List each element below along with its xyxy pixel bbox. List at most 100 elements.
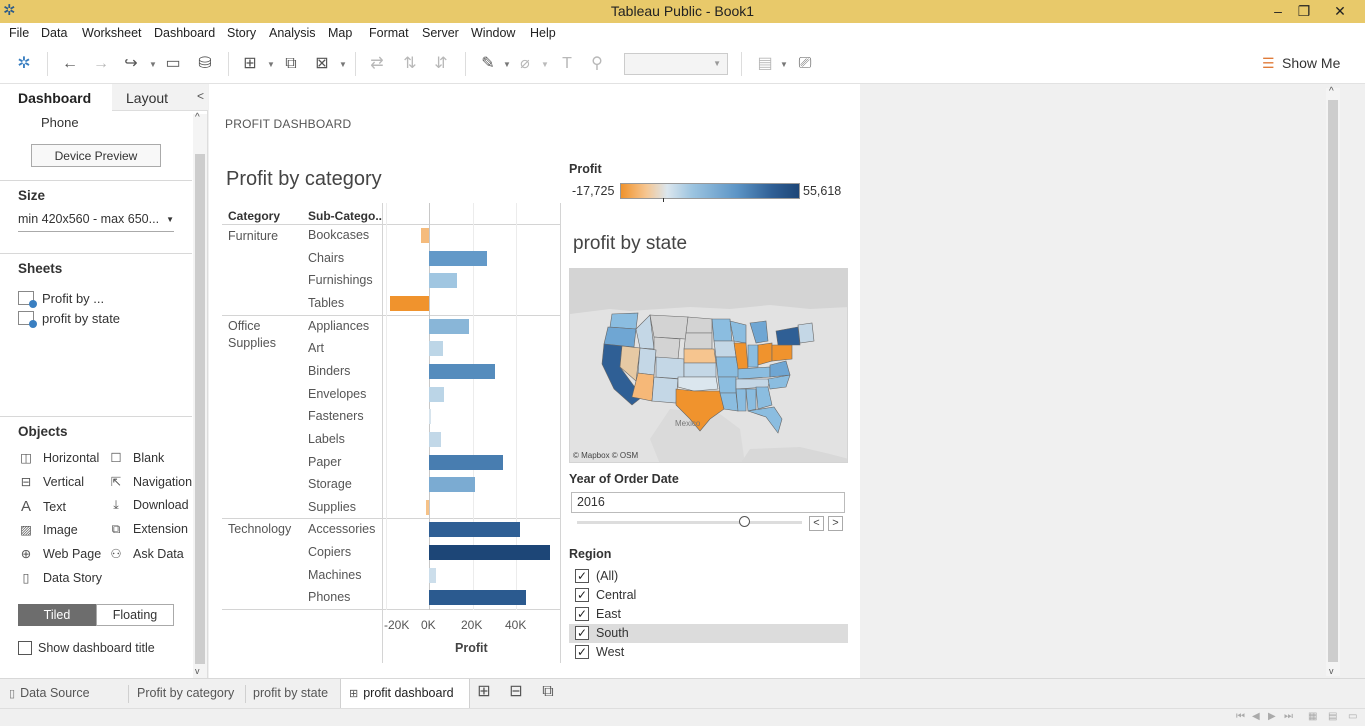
show-me-button[interactable]: ☰ Show Me xyxy=(1262,55,1340,72)
object-data-story[interactable]: ▯ Data Story xyxy=(18,570,103,585)
sub-category-label[interactable]: Chairs xyxy=(308,251,344,265)
region-option[interactable]: ✓ West xyxy=(569,643,848,662)
undo-icon[interactable]: ← xyxy=(60,54,80,74)
checkbox-checked[interactable]: ✓ xyxy=(575,569,589,583)
scrollbar-thumb[interactable] xyxy=(1328,100,1338,662)
category-label[interactable]: Furniture xyxy=(228,228,278,245)
bar[interactable] xyxy=(429,545,550,560)
bar[interactable] xyxy=(429,568,437,583)
chevron-down-icon[interactable]: ▼ xyxy=(267,60,275,69)
checkbox-box[interactable] xyxy=(18,641,32,655)
sub-category-label[interactable]: Bookcases xyxy=(308,228,369,242)
menu-window[interactable]: Window xyxy=(471,26,515,40)
clear-sheet-icon[interactable]: ⊠ xyxy=(312,54,332,74)
swap-rows-columns-icon[interactable]: ⇄ xyxy=(367,54,387,74)
bar[interactable] xyxy=(429,522,521,537)
checkbox-checked[interactable]: ✓ xyxy=(575,607,589,621)
menu-story[interactable]: Story xyxy=(227,26,256,40)
chevron-down-icon[interactable]: ▼ xyxy=(149,60,157,69)
tab-sheet-profit-by-category[interactable]: Profit by category xyxy=(137,679,234,708)
sub-category-header[interactable]: Sub-Catego.. xyxy=(308,209,382,223)
bar[interactable] xyxy=(429,477,476,492)
close-button[interactable]: ✕ xyxy=(1323,0,1357,23)
bar[interactable] xyxy=(429,319,469,334)
maximize-button[interactable]: ❐ xyxy=(1287,0,1321,23)
save-icon[interactable]: ▭ xyxy=(163,54,183,74)
bar[interactable] xyxy=(421,228,429,243)
sub-category-label[interactable]: Furnishings xyxy=(308,273,373,287)
show-cards-icon[interactable]: ▤ xyxy=(755,54,775,74)
show-title-checkbox[interactable]: Show dashboard title xyxy=(18,641,155,655)
highlight-icon[interactable]: ✎ xyxy=(478,54,498,74)
region-option[interactable]: ✓ South xyxy=(569,624,848,643)
scrollbar-thumb[interactable] xyxy=(195,154,205,664)
bar[interactable] xyxy=(429,455,504,470)
tab-data-source[interactable]: ▯ Data Source xyxy=(9,679,90,708)
sort-ascending-icon[interactable]: ⇅ xyxy=(400,54,420,74)
redo-icon[interactable]: → xyxy=(91,54,111,74)
new-data-source-icon[interactable]: ⛁ xyxy=(195,54,215,74)
menu-format[interactable]: Format xyxy=(369,26,409,40)
menu-dashboard[interactable]: Dashboard xyxy=(154,26,215,40)
checkbox-checked[interactable]: ✓ xyxy=(575,645,589,659)
color-legend-ramp[interactable] xyxy=(620,183,800,202)
duplicate-sheet-icon[interactable]: ⧉ xyxy=(281,54,301,74)
object-horizontal[interactable]: ◫ Horizontal xyxy=(18,450,99,465)
menu-map[interactable]: Map xyxy=(328,26,352,40)
menu-server[interactable]: Server xyxy=(422,26,459,40)
new-worksheet-icon[interactable]: ⊞ xyxy=(240,54,260,74)
fix-axes-icon[interactable]: ⚲ xyxy=(587,54,607,74)
bar[interactable] xyxy=(390,296,429,311)
sheet-item[interactable]: profit by state xyxy=(18,311,120,328)
chevron-down-icon[interactable]: ▼ xyxy=(541,60,549,69)
category-label[interactable]: Technology xyxy=(228,521,291,538)
chevron-down-icon[interactable]: ▼ xyxy=(339,60,347,69)
bar[interactable] xyxy=(429,432,442,447)
next-sheet-icon[interactable]: ▶ xyxy=(1268,711,1276,722)
device-preview-button[interactable]: Device Preview xyxy=(31,144,161,167)
object-text[interactable]: A Text xyxy=(18,498,66,515)
category-header[interactable]: Category xyxy=(228,209,280,223)
floating-toggle[interactable]: Floating xyxy=(96,604,174,626)
show-filmstrip-icon[interactable]: ▤ xyxy=(1328,711,1337,722)
object-ask-data[interactable]: ⚇ Ask Data xyxy=(108,546,183,561)
category-label[interactable]: Office Supplies xyxy=(228,318,276,352)
chevron-up-icon[interactable]: ^ xyxy=(195,112,200,123)
last-sheet-icon[interactable]: ⏭ xyxy=(1284,711,1293,722)
menu-data[interactable]: Data xyxy=(41,26,67,40)
show-tabs-icon[interactable]: ▭ xyxy=(1348,711,1357,722)
bar[interactable] xyxy=(429,273,458,288)
left-pane-scrollbar[interactable]: ^ v xyxy=(193,112,207,678)
sub-category-label[interactable]: Appliances xyxy=(308,319,369,333)
bar[interactable] xyxy=(429,341,444,356)
sub-category-label[interactable]: Supplies xyxy=(308,500,356,514)
sub-category-label[interactable]: Envelopes xyxy=(308,387,366,401)
sub-category-label[interactable]: Binders xyxy=(308,364,350,378)
previous-sheet-icon[interactable]: ◀ xyxy=(1252,711,1260,722)
canvas-scrollbar[interactable]: ^ v xyxy=(1326,86,1340,676)
show-sheet-sorter-icon[interactable]: ▦ xyxy=(1308,711,1317,722)
presentation-mode-icon[interactable]: ⎚ xyxy=(795,54,815,74)
year-filter-input[interactable]: 2016 xyxy=(571,492,845,513)
year-slider-track[interactable] xyxy=(577,521,802,524)
year-slider-thumb[interactable] xyxy=(739,516,750,527)
object-image[interactable]: ▨ Image xyxy=(18,522,78,537)
sub-category-label[interactable]: Phones xyxy=(308,590,350,604)
bar[interactable] xyxy=(429,590,526,605)
object-navigation[interactable]: ⇱ Navigation xyxy=(108,474,192,489)
previous-year-button[interactable]: < xyxy=(809,516,824,531)
menu-file[interactable]: File xyxy=(9,26,29,40)
checkbox-checked[interactable]: ✓ xyxy=(575,588,589,602)
object-extension[interactable]: ⧉ Extension xyxy=(108,522,188,537)
region-option[interactable]: ✓ East xyxy=(569,605,848,624)
fit-dropdown[interactable]: ▼ xyxy=(624,53,728,75)
next-year-button[interactable]: > xyxy=(828,516,843,531)
show-mark-labels-icon[interactable]: T xyxy=(557,54,577,74)
sort-descending-icon[interactable]: ⇵ xyxy=(431,54,451,74)
group-members-icon[interactable]: ⌀ xyxy=(515,54,535,74)
sub-category-label[interactable]: Labels xyxy=(308,432,345,446)
sub-category-label[interactable]: Paper xyxy=(308,455,341,469)
bar[interactable] xyxy=(429,364,495,379)
chevron-down-icon[interactable]: v xyxy=(1329,666,1334,676)
sub-category-label[interactable]: Accessories xyxy=(308,522,375,536)
